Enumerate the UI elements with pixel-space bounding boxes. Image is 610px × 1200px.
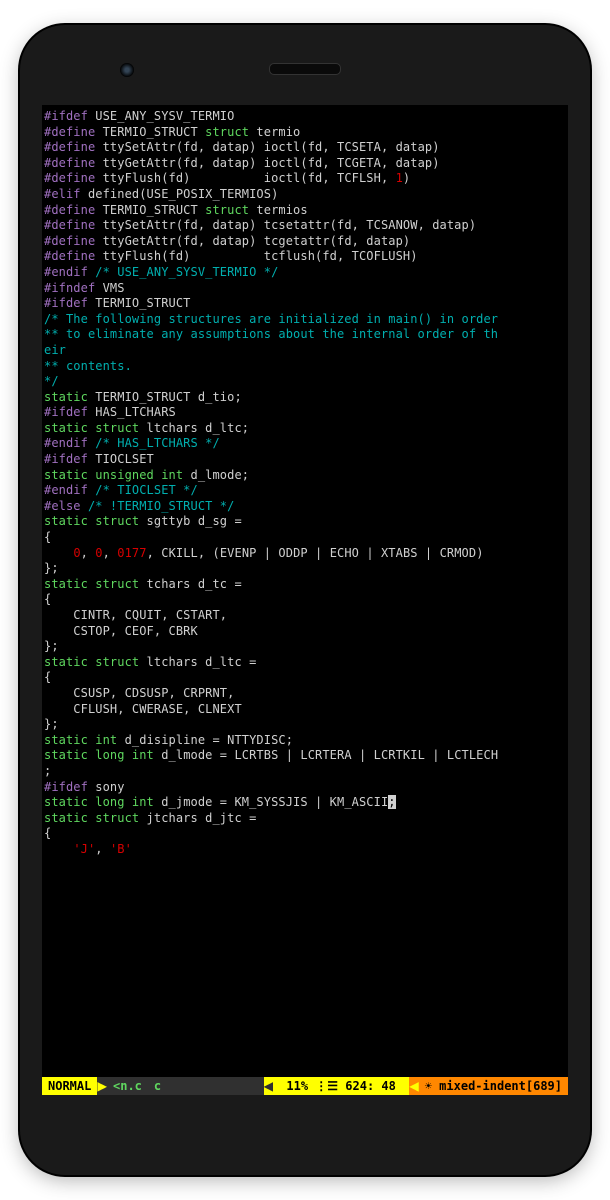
code-line[interactable]: {: [44, 670, 566, 686]
code-line[interactable]: #define TERMIO_STRUCT struct termios: [44, 203, 566, 219]
statusline-mode: NORMAL: [42, 1077, 97, 1095]
code-line[interactable]: ;: [44, 764, 566, 780]
code-line[interactable]: #elif defined(USE_POSIX_TERMIOS): [44, 187, 566, 203]
code-line[interactable]: #ifdef TERMIO_STRUCT: [44, 296, 566, 312]
code-line[interactable]: #ifdef USE_ANY_SYSV_TERMIO: [44, 109, 566, 125]
code-line[interactable]: #define ttyFlush(fd) ioctl(fd, TCFLSH, 1…: [44, 171, 566, 187]
code-line[interactable]: CFLUSH, CWERASE, CLNEXT: [44, 702, 566, 718]
code-line[interactable]: */: [44, 374, 566, 390]
code-line[interactable]: #define ttyGetAttr(fd, datap) ioctl(fd, …: [44, 156, 566, 172]
code-line[interactable]: #define ttySetAttr(fd, datap) ioctl(fd, …: [44, 140, 566, 156]
phone-device-frame: #ifdef USE_ANY_SYSV_TERMIO#define TERMIO…: [20, 25, 590, 1175]
code-line[interactable]: ** to eliminate any assumptions about th…: [44, 327, 566, 343]
code-line[interactable]: #endif /* TIOCLSET */: [44, 483, 566, 499]
code-line[interactable]: #define ttySetAttr(fd, datap) tcsetattr(…: [44, 218, 566, 234]
phone-camera: [120, 63, 134, 77]
code-line[interactable]: 'J', 'B': [44, 842, 566, 858]
powerline-separator-icon: ◀: [409, 1077, 419, 1095]
code-line[interactable]: static struct tchars d_tc =: [44, 577, 566, 593]
code-line[interactable]: #ifndef VMS: [44, 281, 566, 297]
code-line[interactable]: ** contents.: [44, 359, 566, 375]
code-line[interactable]: #ifdef sony: [44, 780, 566, 796]
code-line[interactable]: static struct ltchars d_ltc;: [44, 421, 566, 437]
code-line[interactable]: #else /* !TERMIO_STRUCT */: [44, 499, 566, 515]
code-line[interactable]: static long int d_lmode = LCRTBS | LCRTE…: [44, 748, 566, 764]
code-line[interactable]: eir: [44, 343, 566, 359]
vim-statusline: NORMAL ▶ <n.c c ◀ 11% ⋮☰ 624: 48 ◀ ☀ mix…: [42, 1077, 568, 1095]
code-line[interactable]: static long int d_jmode = KM_SYSSJIS | K…: [44, 795, 566, 811]
powerline-separator-icon: ◀: [264, 1077, 274, 1095]
statusline-warning: ☀ mixed-indent[689]: [419, 1077, 568, 1095]
code-line[interactable]: #ifdef TIOCLSET: [44, 452, 566, 468]
code-line[interactable]: CSUSP, CDSUSP, CRPRNT,: [44, 686, 566, 702]
powerline-separator-icon: ▶: [97, 1077, 107, 1095]
code-line[interactable]: static TERMIO_STRUCT d_tio;: [44, 390, 566, 406]
code-line[interactable]: CINTR, CQUIT, CSTART,: [44, 608, 566, 624]
code-line[interactable]: static struct sgttyb d_sg =: [44, 514, 566, 530]
code-line[interactable]: #define ttyGetAttr(fd, datap) tcgetattr(…: [44, 234, 566, 250]
phone-speaker: [269, 63, 341, 75]
code-line[interactable]: };: [44, 717, 566, 733]
statusline-filetype: c: [148, 1077, 167, 1095]
code-line[interactable]: #ifdef HAS_LTCHARS: [44, 405, 566, 421]
code-line[interactable]: static struct jtchars d_jtc =: [44, 811, 566, 827]
code-line[interactable]: static struct ltchars d_ltc =: [44, 655, 566, 671]
code-line[interactable]: {: [44, 826, 566, 842]
code-line[interactable]: };: [44, 561, 566, 577]
code-line[interactable]: #endif /* HAS_LTCHARS */: [44, 436, 566, 452]
code-line[interactable]: {: [44, 592, 566, 608]
code-line[interactable]: static int d_disipline = NTTYDISC;: [44, 733, 566, 749]
code-line[interactable]: CSTOP, CEOF, CBRK: [44, 624, 566, 640]
terminal-screen[interactable]: #ifdef USE_ANY_SYSV_TERMIO#define TERMIO…: [42, 105, 568, 1095]
code-line[interactable]: #define TERMIO_STRUCT struct termio: [44, 125, 566, 141]
code-line[interactable]: #endif /* USE_ANY_SYSV_TERMIO */: [44, 265, 566, 281]
code-line[interactable]: {: [44, 530, 566, 546]
code-line[interactable]: /* The following structures are initiali…: [44, 312, 566, 328]
code-line[interactable]: };: [44, 639, 566, 655]
code-editor-viewport[interactable]: #ifdef USE_ANY_SYSV_TERMIO#define TERMIO…: [42, 105, 568, 862]
statusline-spacer: [167, 1077, 263, 1095]
statusline-position: 11% ⋮☰ 624: 48: [273, 1077, 409, 1095]
statusline-filename: <n.c: [107, 1077, 148, 1095]
code-line[interactable]: #define ttyFlush(fd) tcflush(fd, TCOFLUS…: [44, 249, 566, 265]
code-line[interactable]: 0, 0, 0177, CKILL, (EVENP | ODDP | ECHO …: [44, 546, 566, 562]
code-line[interactable]: static unsigned int d_lmode;: [44, 468, 566, 484]
